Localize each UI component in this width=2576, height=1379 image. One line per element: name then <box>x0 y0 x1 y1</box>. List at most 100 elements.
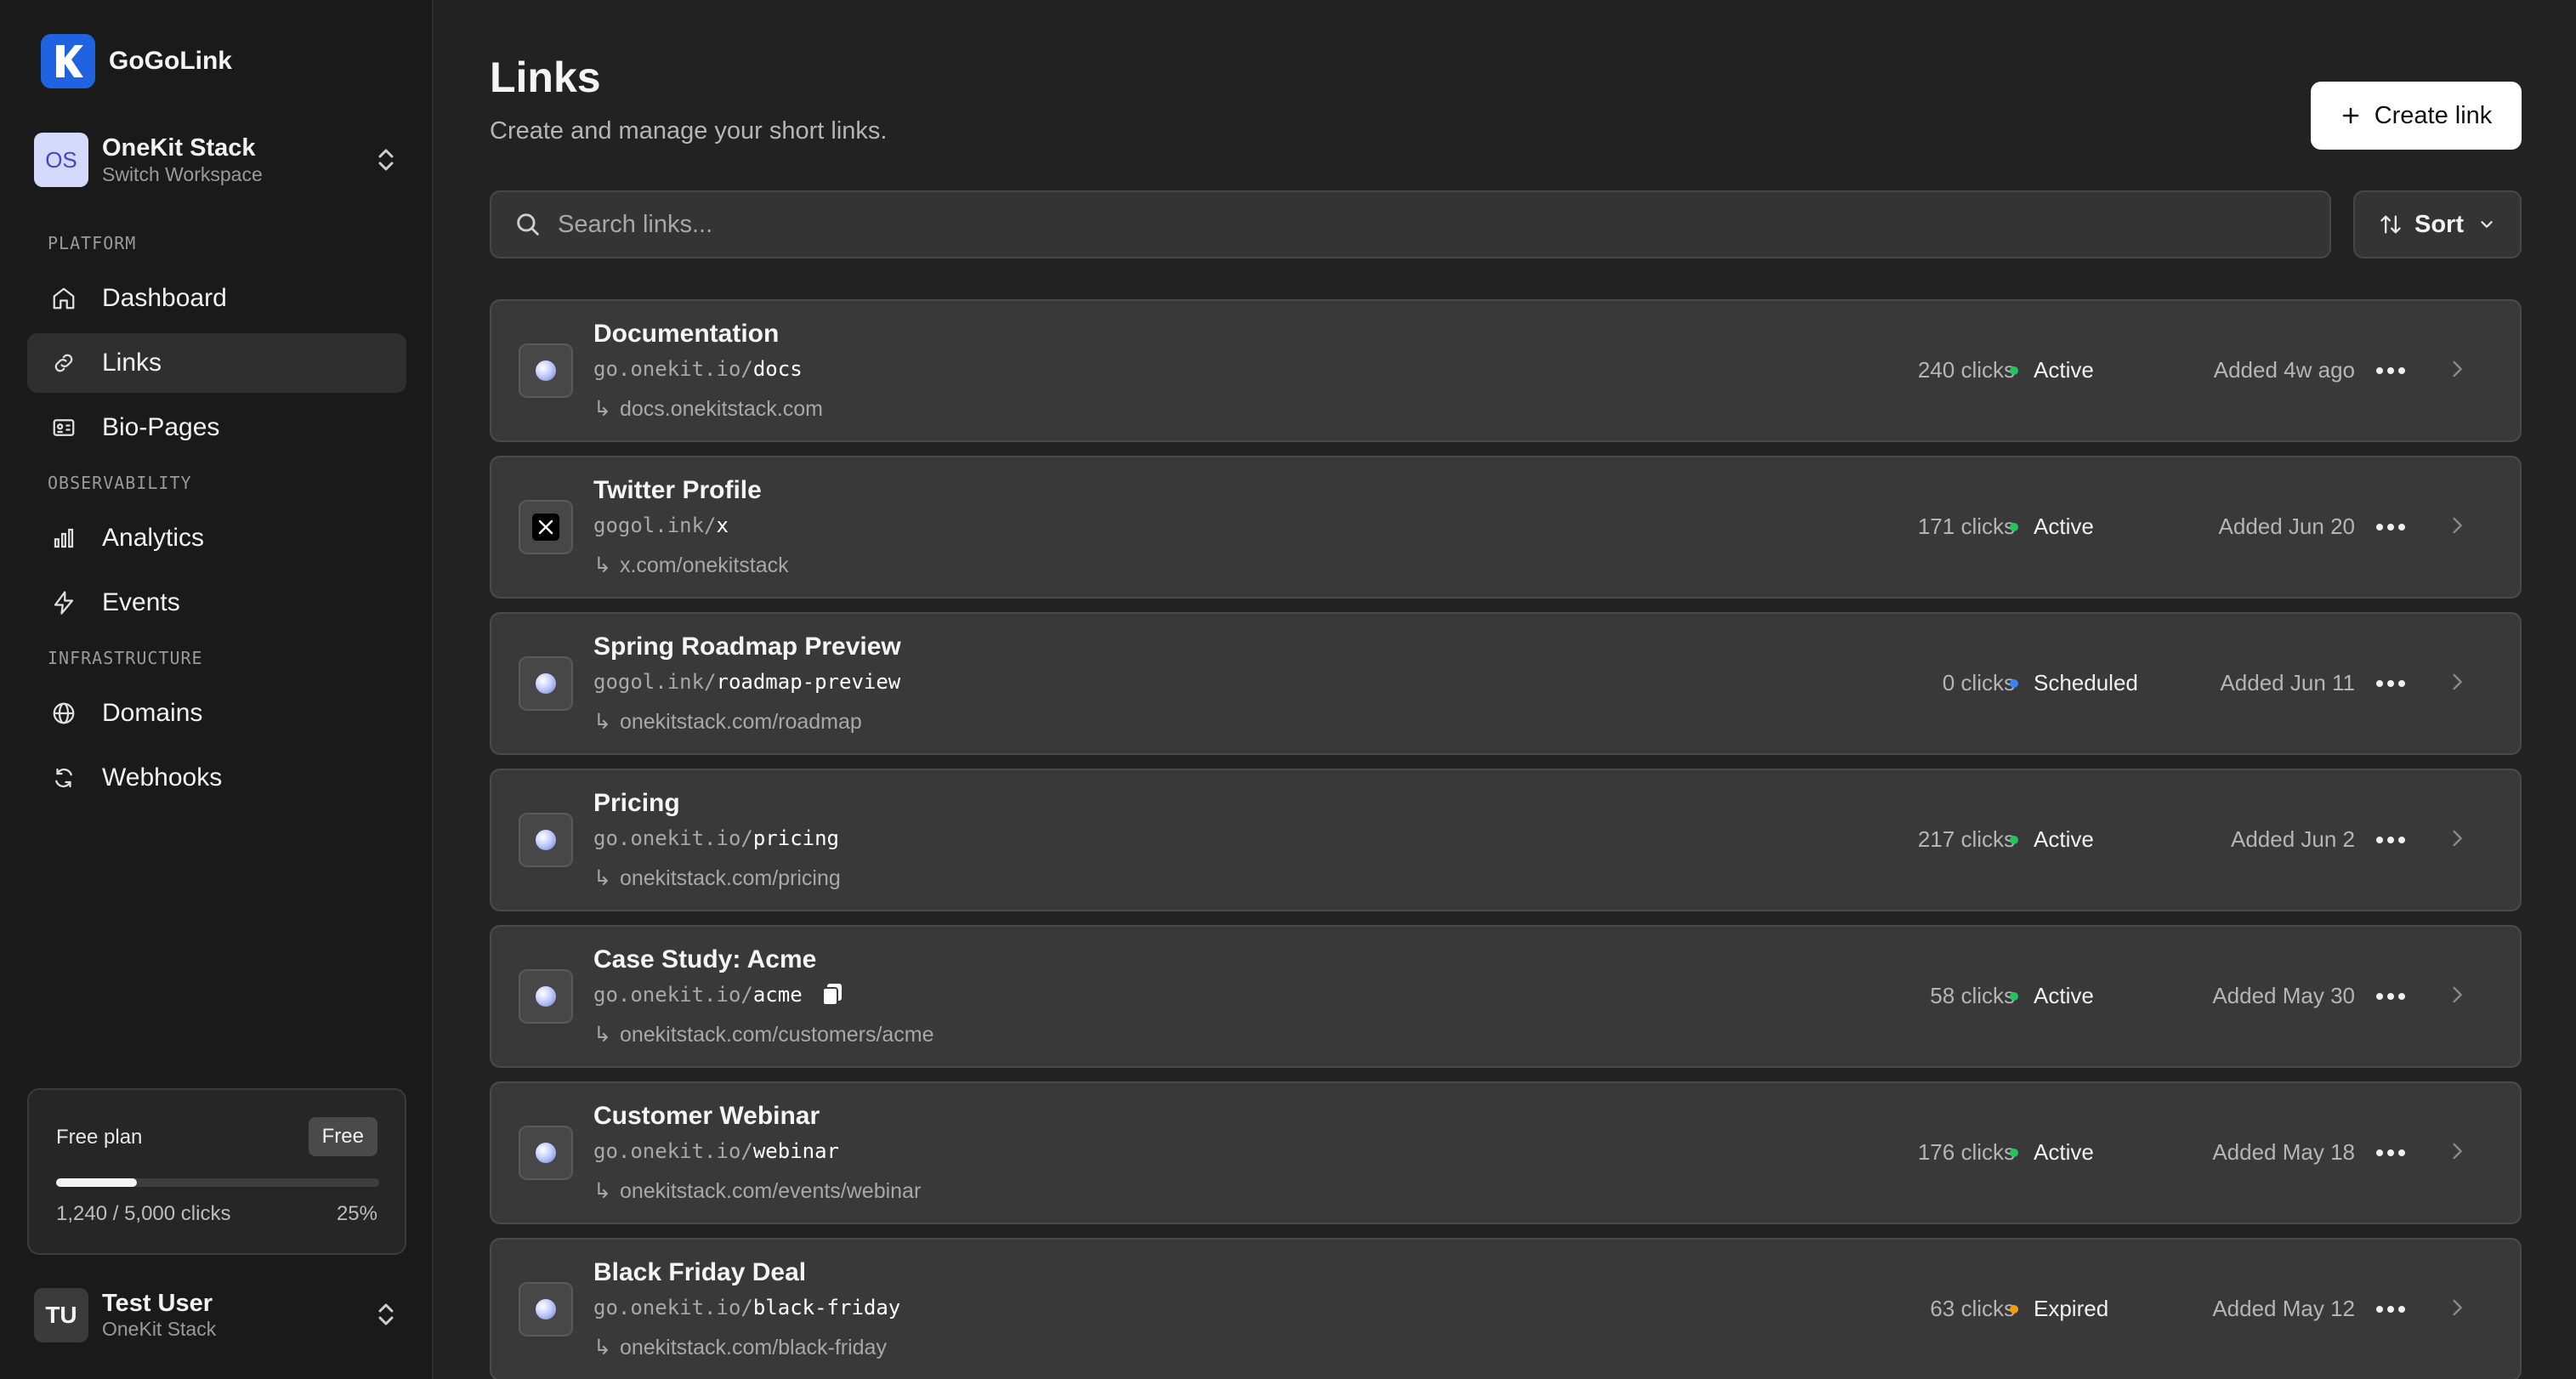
chevron-down-icon <box>2477 215 2496 234</box>
globe-icon <box>49 699 78 728</box>
link-row[interactable]: Case Study: Acme go.onekit.io/acme ↳ onek… <box>490 925 2522 1068</box>
link-title: Black Friday Deal <box>593 1258 807 1286</box>
more-options-button[interactable] <box>2372 667 2409 701</box>
create-link-button[interactable]: Create link <box>2311 82 2522 150</box>
brand[interactable]: GoGoLink <box>41 34 232 88</box>
more-options-button[interactable] <box>2372 1292 2409 1326</box>
link-row[interactable]: Spring Roadmap Preview gogol.ink/roadmap… <box>490 612 2522 755</box>
sidebar-item-events[interactable]: Events <box>27 573 406 633</box>
globe-icon <box>536 673 556 694</box>
search-input[interactable] <box>558 210 2309 239</box>
link-row[interactable]: Twitter Profile gogol.ink/x ↳ x.com/oneki… <box>490 456 2522 599</box>
ellipsis-icon <box>2376 837 2405 843</box>
workspace-avatar: OS <box>34 133 88 187</box>
status-dot <box>2010 1304 2018 1314</box>
short-url[interactable]: go.onekit.io/black-friday <box>593 1296 900 1319</box>
link-title: Spring Roadmap Preview <box>593 633 901 661</box>
link-favicon <box>519 656 573 711</box>
sidebar-item-dashboard[interactable]: Dashboard <box>27 269 406 328</box>
link-title: Documentation <box>593 320 780 348</box>
short-url[interactable]: gogol.ink/x <box>593 514 729 537</box>
short-url-domain: go.onekit.io/ <box>593 826 753 850</box>
globe-icon <box>536 1143 556 1163</box>
workspace-name: OneKit Stack <box>102 134 256 162</box>
home-icon <box>49 284 78 313</box>
status-label: Expired <box>2034 1296 2109 1321</box>
sidebar-item-links[interactable]: Links <box>27 333 406 393</box>
short-url[interactable]: go.onekit.io/acme <box>593 983 843 1007</box>
short-url[interactable]: go.onekit.io/webinar <box>593 1139 839 1163</box>
chevron-right-icon[interactable] <box>2445 1139 2469 1163</box>
ellipsis-icon <box>2376 1306 2405 1313</box>
more-options-button[interactable] <box>2372 1136 2409 1170</box>
chevron-right-icon[interactable] <box>2445 670 2469 694</box>
status-dot <box>2010 1148 2018 1157</box>
added-date: Added May 30 <box>2212 983 2355 1008</box>
ellipsis-icon <box>2376 1149 2405 1156</box>
more-options-button[interactable] <box>2372 823 2409 857</box>
chevron-right-icon[interactable] <box>2445 1296 2469 1319</box>
lightning-icon <box>49 588 78 617</box>
destination-url-text: onekitstack.com/black-friday <box>619 1336 887 1359</box>
section-label-infrastructure: INFRASTRUCTURE <box>48 648 203 668</box>
short-url-slug: docs <box>752 357 803 381</box>
chevrons-up-down-icon <box>376 146 396 178</box>
plan-badge: Free <box>308 1117 377 1156</box>
click-count: 217 clicks <box>1917 826 2015 852</box>
plan-usage-bar <box>56 1178 379 1187</box>
link-title: Case Study: Acme <box>593 945 817 973</box>
click-count: 58 clicks <box>1930 983 2015 1008</box>
chevron-right-icon[interactable] <box>2445 514 2469 537</box>
search-bar[interactable] <box>490 190 2331 258</box>
link-title: Twitter Profile <box>593 476 762 504</box>
link-row[interactable]: Customer Webinar go.onekit.io/webinar ↳ o… <box>490 1081 2522 1224</box>
chevron-right-icon[interactable] <box>2445 983 2469 1007</box>
status-badge: Active <box>2010 983 2094 1009</box>
added-date: Added Jun 2 <box>2230 826 2355 852</box>
short-url[interactable]: gogol.ink/roadmap-preview <box>593 670 900 694</box>
link-favicon <box>519 1282 573 1336</box>
chevron-right-icon[interactable] <box>2445 826 2469 850</box>
link-row[interactable]: Pricing go.onekit.io/pricing ↳ onekitstac… <box>490 769 2522 911</box>
sidebar-item-webhooks[interactable]: Webhooks <box>27 748 406 808</box>
user-menu[interactable]: TU Test User OneKit Stack <box>34 1285 401 1345</box>
chevron-right-icon[interactable] <box>2445 357 2469 381</box>
more-options-button[interactable] <box>2372 979 2409 1013</box>
ellipsis-icon <box>2376 680 2405 687</box>
sort-label: Sort <box>2414 210 2464 238</box>
short-url-slug: x <box>716 514 729 537</box>
short-url-slug: pricing <box>752 826 839 850</box>
page-title: Links <box>490 54 601 101</box>
chevrons-up-down-icon <box>376 1301 396 1332</box>
short-url-domain: go.onekit.io/ <box>593 983 753 1007</box>
sort-button[interactable]: Sort <box>2353 190 2522 258</box>
more-options-button[interactable] <box>2372 354 2409 388</box>
sidebar-item-domains[interactable]: Domains <box>27 684 406 743</box>
destination-url: ↳ docs.onekitstack.com <box>593 396 823 422</box>
copy-icon[interactable] <box>821 983 843 1007</box>
workspace-switcher[interactable]: OS OneKit Stack Switch Workspace <box>34 129 401 190</box>
status-dot <box>2010 678 2018 688</box>
link-favicon <box>519 500 573 554</box>
link-row[interactable]: Documentation go.onekit.io/docs ↳ docs.on… <box>490 299 2522 442</box>
link-favicon <box>519 343 573 398</box>
added-date: Added May 12 <box>2212 1296 2355 1321</box>
short-url[interactable]: go.onekit.io/docs <box>593 357 803 381</box>
sidebar-item-label: Domains <box>102 699 203 727</box>
return-arrow-icon: ↳ <box>593 1179 611 1203</box>
sidebar-item-analytics[interactable]: Analytics <box>27 508 406 568</box>
added-date: Added May 18 <box>2212 1139 2355 1165</box>
plan-usage-text: 1,240 / 5,000 clicks <box>56 1202 231 1225</box>
refresh-icon <box>49 763 78 792</box>
return-arrow-icon: ↳ <box>593 710 611 734</box>
status-label: Active <box>2034 514 2094 539</box>
link-row[interactable]: Black Friday Deal go.onekit.io/black-fri… <box>490 1238 2522 1379</box>
sidebar-item-label: Bio-Pages <box>102 413 220 441</box>
more-options-button[interactable] <box>2372 510 2409 544</box>
short-url[interactable]: go.onekit.io/pricing <box>593 826 839 850</box>
link-favicon <box>519 1126 573 1180</box>
bar-chart-icon <box>49 524 78 553</box>
short-url-domain: gogol.ink/ <box>593 670 717 694</box>
link-icon <box>49 349 78 377</box>
sidebar-item-bio-pages[interactable]: Bio-Pages <box>27 398 406 457</box>
